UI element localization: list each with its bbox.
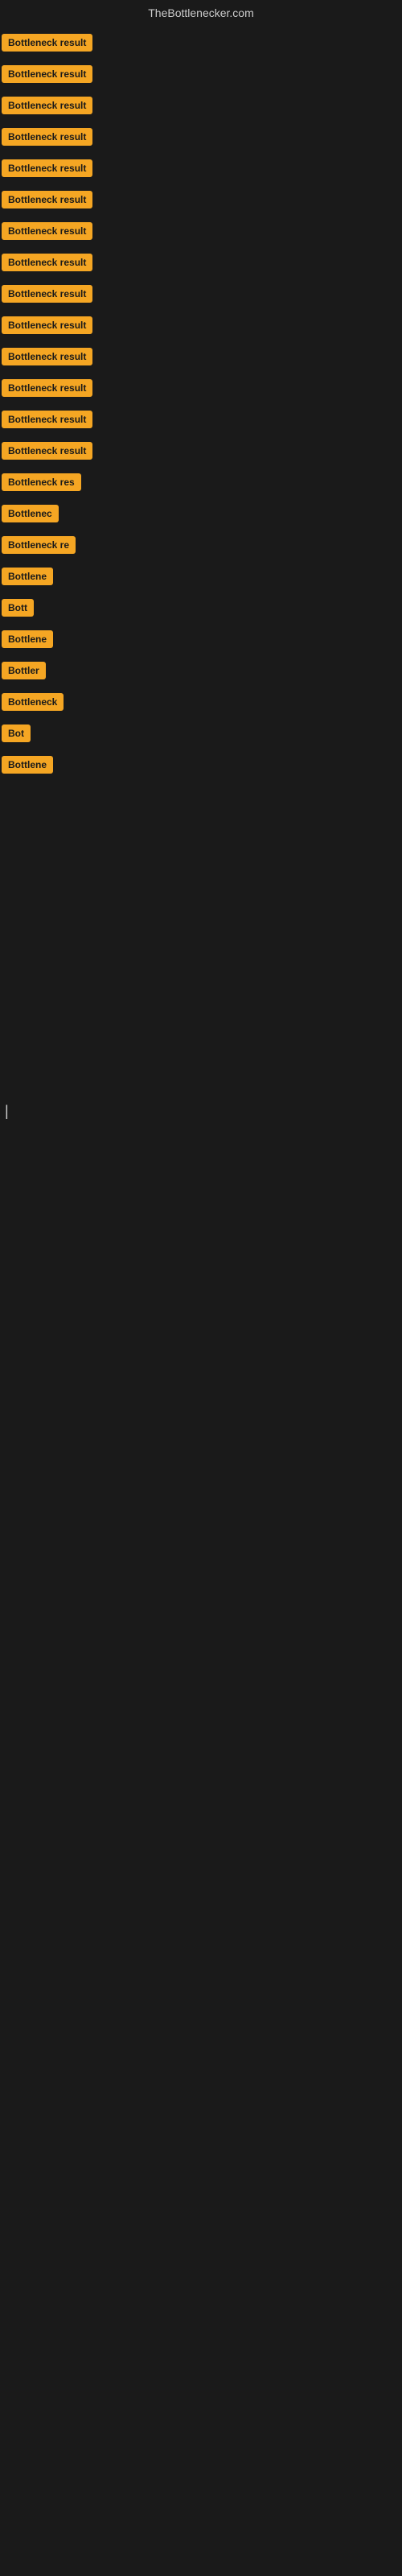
list-item[interactable]: Bottlenec xyxy=(2,502,402,530)
list-item[interactable]: Bottleneck result xyxy=(2,219,402,247)
bottleneck-badge: Bottleneck result xyxy=(2,316,92,334)
list-item[interactable]: Bottlene xyxy=(2,753,402,781)
items-container: Bottleneck result Bottleneck result Bottle… xyxy=(0,24,402,781)
list-item[interactable]: Bottleneck result xyxy=(2,93,402,122)
list-item[interactable]: Bott xyxy=(2,596,402,624)
list-item[interactable]: Bottleneck result xyxy=(2,188,402,216)
bottleneck-badge: Bottleneck result xyxy=(2,285,92,303)
list-item[interactable]: Bottleneck result xyxy=(2,31,402,59)
bottleneck-badge: Bottleneck result xyxy=(2,65,92,83)
bottleneck-badge: Bottleneck xyxy=(2,693,64,711)
list-item[interactable]: Bottleneck xyxy=(2,690,402,718)
bottleneck-badge: Bott xyxy=(2,599,34,617)
bottleneck-badge: Bottler xyxy=(2,662,46,679)
list-item[interactable]: Bottleneck result xyxy=(2,156,402,184)
list-item[interactable]: Bottlene xyxy=(2,627,402,655)
bottleneck-badge: Bottleneck result xyxy=(2,442,92,460)
cursor-indicator: | xyxy=(5,1103,9,1119)
list-item[interactable]: Bottleneck result xyxy=(2,407,402,436)
bottleneck-badge: Bottleneck re xyxy=(2,536,76,554)
list-item[interactable]: Bottleneck result xyxy=(2,62,402,90)
list-item[interactable]: Bottleneck result xyxy=(2,313,402,341)
bottleneck-badge: Bottleneck result xyxy=(2,411,92,428)
list-item[interactable]: Bot xyxy=(2,721,402,749)
list-item[interactable]: Bottleneck result xyxy=(2,376,402,404)
bottleneck-badge: Bottleneck result xyxy=(2,254,92,271)
list-item[interactable]: Bottlene xyxy=(2,564,402,592)
site-header: TheBottlenecker.com xyxy=(0,0,402,24)
bottleneck-badge: Bottleneck res xyxy=(2,473,81,491)
list-item[interactable]: Bottler xyxy=(2,658,402,687)
bottleneck-badge: Bottleneck result xyxy=(2,34,92,52)
bottleneck-badge: Bottleneck result xyxy=(2,222,92,240)
list-item[interactable]: Bottleneck result xyxy=(2,439,402,467)
bottleneck-badge: Bottleneck result xyxy=(2,191,92,208)
bottleneck-badge: Bottleneck result xyxy=(2,379,92,397)
list-item[interactable]: Bottleneck result xyxy=(2,250,402,279)
cursor-area: | xyxy=(0,1103,402,1120)
bottleneck-badge: Bottleneck result xyxy=(2,97,92,114)
bottleneck-badge: Bot xyxy=(2,724,31,742)
bottleneck-badge: Bottlene xyxy=(2,630,53,648)
site-title: TheBottlenecker.com xyxy=(148,6,254,19)
list-item[interactable]: Bottleneck result xyxy=(2,345,402,373)
list-item[interactable]: Bottleneck result xyxy=(2,125,402,153)
list-item[interactable]: Bottleneck re xyxy=(2,533,402,561)
bottleneck-badge: Bottleneck result xyxy=(2,128,92,146)
bottleneck-badge: Bottleneck result xyxy=(2,348,92,365)
bottleneck-badge: Bottlene xyxy=(2,568,53,585)
bottleneck-badge: Bottlenec xyxy=(2,505,59,522)
list-item[interactable]: Bottleneck res xyxy=(2,470,402,498)
bottleneck-badge: Bottlene xyxy=(2,756,53,774)
bottleneck-badge: Bottleneck result xyxy=(2,159,92,177)
list-item[interactable]: Bottleneck result xyxy=(2,282,402,310)
